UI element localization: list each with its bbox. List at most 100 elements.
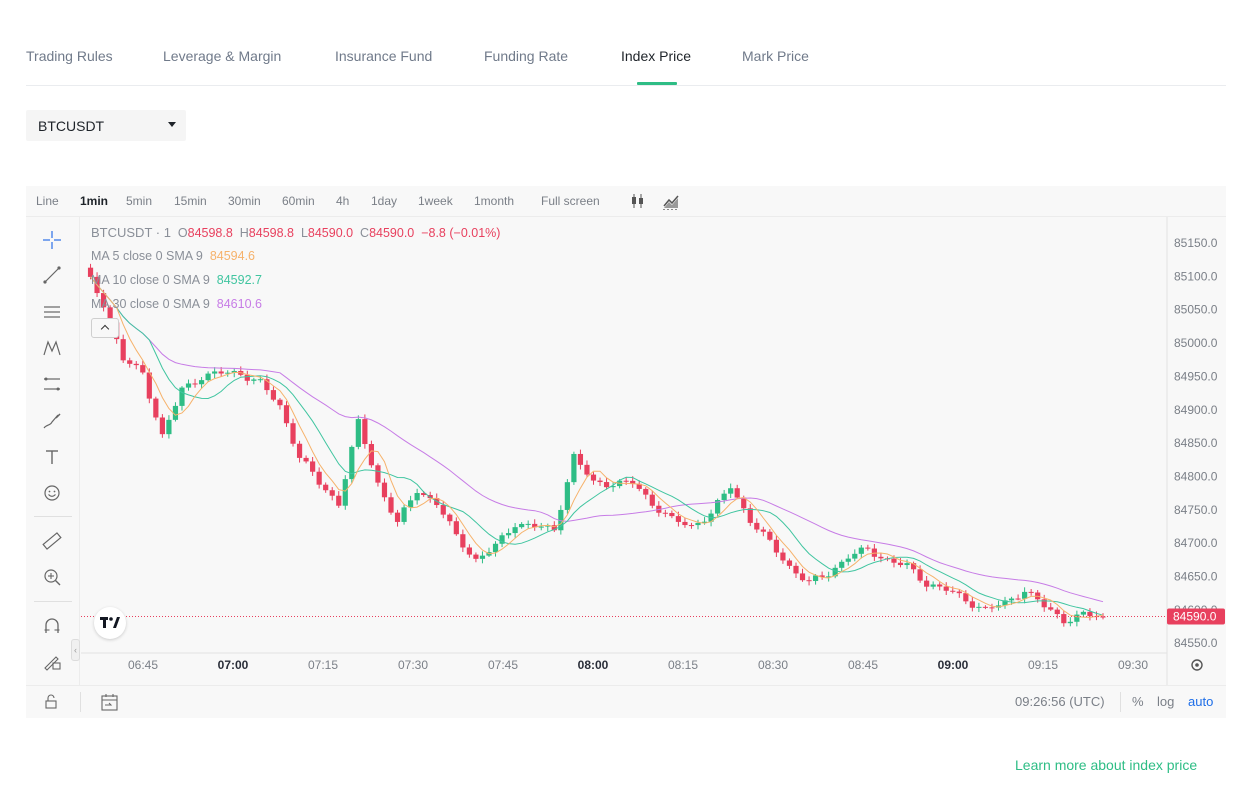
timeframe-line[interactable]: Line [36, 194, 59, 208]
candle-body-up [185, 383, 192, 388]
info-tabs: Trading Rules Leverage & Margin Insuranc… [26, 0, 1226, 86]
candle-body-up [1067, 621, 1073, 624]
candle-body-down [786, 560, 793, 566]
candle-body-down [1028, 591, 1034, 593]
candle-body-down [244, 374, 250, 381]
candle-body-down [473, 554, 479, 559]
candle-body-down [917, 569, 923, 581]
candle-body-up [721, 493, 727, 501]
candle-body-down [362, 419, 368, 445]
candlestick-chart[interactable]: 85150.0 85100.0 85050.0 85000.0 84950.0 84900… [26, 217, 1226, 685]
candle-body-down [734, 488, 740, 498]
candle-body-up [538, 526, 544, 528]
indicators-icon[interactable] [662, 192, 680, 210]
timeframe-1month[interactable]: 1month [474, 194, 514, 208]
timeframe-30min[interactable]: 30min [228, 194, 261, 208]
log-scale-button[interactable]: log [1157, 694, 1174, 709]
candle-body-up [519, 523, 525, 528]
goto-date-icon[interactable] [100, 692, 120, 712]
candle-body-down [388, 497, 394, 513]
candle-body-down [643, 488, 649, 495]
timeframe-1week[interactable]: 1week [418, 194, 453, 208]
candle-body-down [277, 399, 283, 406]
timeframe-4h[interactable]: 4h [336, 194, 349, 208]
price-tick-label: 84800.0 [1174, 469, 1218, 483]
candle-type-icon[interactable] [629, 192, 647, 210]
tab-insurance-fund[interactable]: Insurance Fund [335, 48, 432, 64]
candle-body-down [394, 512, 401, 522]
legend-change: −8.8 (−0.01%) [421, 226, 501, 240]
timeframe-60min[interactable]: 60min [282, 194, 315, 208]
candle-body-up [695, 522, 701, 526]
time-tick-label: 07:15 [308, 658, 338, 672]
price-tick-label: 85000.0 [1174, 336, 1218, 350]
candle-body-up [205, 373, 211, 381]
legend-l-label: L [300, 226, 308, 240]
legend-h-label: H [239, 226, 249, 240]
candle-body-up [212, 371, 218, 374]
candle-body-down [447, 514, 453, 522]
side-panel-handle[interactable]: ‹ [71, 639, 80, 661]
ohlc-legend: BTCUSDT · 1 O84598.8 H84598.8 L84590.0 C… [91, 225, 500, 240]
percent-scale-button[interactable]: % [1132, 694, 1144, 709]
timeframe-1day[interactable]: 1day [371, 194, 397, 208]
candle-body-up [839, 561, 845, 568]
candle-body-up [728, 488, 734, 494]
tab-index-price[interactable]: Index Price [621, 48, 691, 64]
candle-body-up [408, 500, 414, 508]
candle-body-down [675, 516, 682, 522]
candle-body-down [649, 494, 655, 506]
timeframe-15min[interactable]: 15min [174, 194, 207, 208]
candle-body-up [505, 533, 512, 536]
legend-collapse-button[interactable] [91, 318, 119, 338]
learn-more-link[interactable]: Learn more about index price [1015, 757, 1197, 773]
chart-toolbar: Line 1min 5min 15min 30min 60min 4h 1day… [26, 186, 1226, 217]
candle-body-down [316, 471, 322, 485]
legend-high: 84598.8 [248, 226, 294, 240]
candle-body-down [303, 457, 309, 462]
candle-body-down [323, 484, 329, 491]
tradingview-logo-icon [100, 617, 120, 628]
candle-body-down [773, 539, 779, 553]
tab-mark-price[interactable]: Mark Price [742, 48, 809, 64]
candle-body-down [793, 565, 799, 574]
ma10-legend: MA 10 close 0 SMA 9 84592.7 [91, 273, 262, 287]
timeframe-5min[interactable]: 5min [126, 194, 152, 208]
candle-body-down [969, 601, 975, 608]
tab-trading-rules[interactable]: Trading Rules [26, 48, 113, 64]
candle-body-up [845, 558, 851, 562]
candle-body-down [924, 580, 930, 587]
caret-down-icon [168, 122, 176, 127]
auto-scale-button[interactable]: auto [1188, 694, 1213, 709]
candle-body-down [453, 521, 459, 535]
unlock-icon[interactable] [43, 694, 59, 710]
candle-body-down [603, 482, 610, 488]
tab-leverage-margin[interactable]: Leverage & Margin [163, 48, 281, 64]
candle-body-up [858, 547, 864, 554]
ma5-legend: MA 5 close 0 SMA 9 84594.6 [91, 249, 255, 263]
tab-funding-rate[interactable]: Funding Rate [484, 48, 568, 64]
legend-c-label: C [360, 226, 370, 240]
candle-body-down [290, 423, 296, 444]
candle-body-down [865, 547, 871, 549]
symbol-select[interactable]: BTCUSDT [26, 110, 186, 141]
candle-body-down [747, 508, 753, 523]
price-tick-label: 84650.0 [1174, 570, 1218, 584]
candle-body-down [1048, 607, 1054, 610]
timeframe-1min[interactable]: 1min [80, 194, 108, 208]
price-tick-label: 84550.0 [1174, 636, 1218, 650]
time-tick-label: 08:30 [758, 658, 788, 672]
time-tick-label: 07:00 [218, 658, 249, 672]
fullscreen-button[interactable]: Full screen [541, 194, 600, 208]
chart-settings-icon[interactable] [1191, 659, 1203, 671]
candle-body-up [976, 606, 982, 608]
candle-body-down [956, 591, 962, 594]
bottom-bar-divider [1120, 692, 1121, 712]
candle-body-up [564, 482, 570, 510]
candle-body-down [989, 607, 995, 609]
legend-o-label: O [177, 226, 188, 240]
ma5-value: 84594.6 [209, 249, 255, 263]
price-tick-label: 84700.0 [1174, 536, 1218, 550]
candle-body-down [669, 512, 675, 517]
candle-body-down [1087, 611, 1093, 617]
